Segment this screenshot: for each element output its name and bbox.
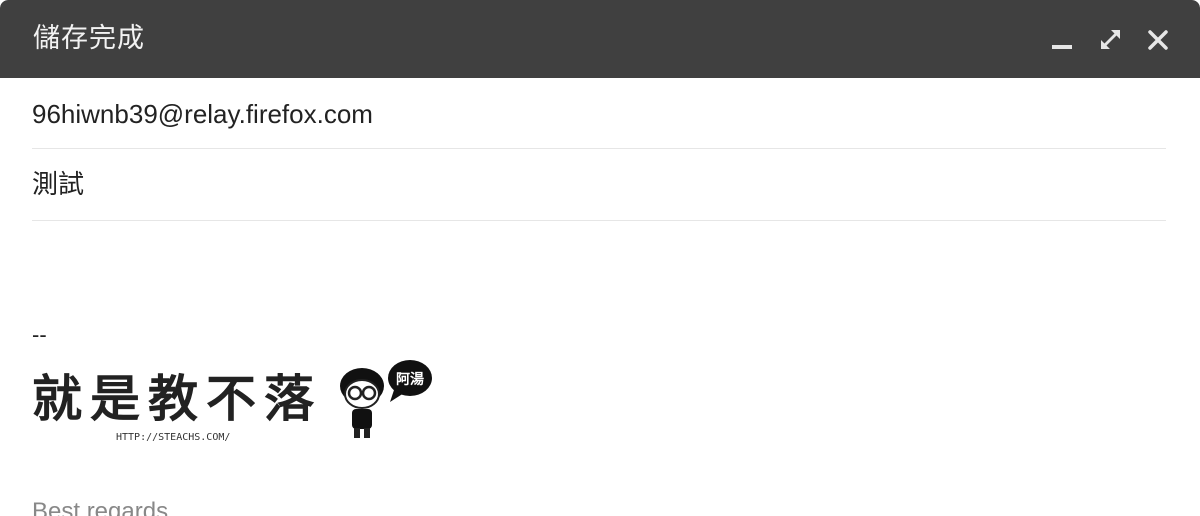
subject-field[interactable]: 測試 [32,150,1166,221]
expand-icon[interactable] [1097,26,1125,54]
signature-separator: -- [32,322,47,347]
logo-url: HTTP://STEACHS.COM/ [116,432,230,443]
window-title: 儲存完成 [33,23,145,54]
logo-text: 就是教不落 [32,370,322,428]
message-body[interactable]: -- 就是教不落 HTTP://STEACHS.COM/ 阿湯 Best reg… [32,222,1166,516]
minimize-icon[interactable] [1049,26,1077,54]
close-icon[interactable] [1144,26,1172,54]
logo-bubble-text: 阿湯 [396,371,424,388]
closing-text: Best regards [32,498,169,516]
compose-window: 儲存完成 96hiwnb39@relay.firefox.com 測試 -- 就… [0,0,1200,516]
signature-logo: 就是教不落 HTTP://STEACHS.COM/ 阿湯 [32,360,432,443]
recipient-field[interactable]: 96hiwnb39@relay.firefox.com [32,80,1166,149]
compose-titlebar[interactable]: 儲存完成 [0,0,1200,78]
